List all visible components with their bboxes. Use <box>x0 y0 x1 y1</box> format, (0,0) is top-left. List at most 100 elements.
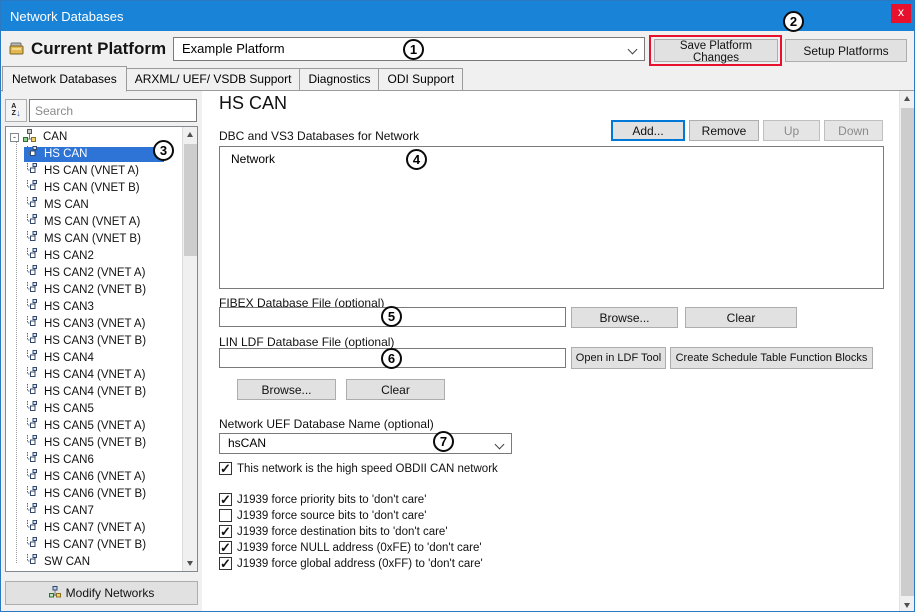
tree-item[interactable]: MS CAN (VNET A) <box>6 214 182 231</box>
uef-database-label: Network UEF Database Name (optional) <box>219 417 434 431</box>
down-button[interactable]: Down <box>824 120 883 141</box>
search-input[interactable] <box>29 99 197 122</box>
tree-scrollbar-thumb[interactable] <box>184 144 197 256</box>
tree-item[interactable]: HS CAN4 (VNET B) <box>6 384 182 401</box>
tree-item[interactable]: HS CAN4 (VNET A) <box>6 367 182 384</box>
tree-item[interactable]: HS CAN2 <box>6 248 182 265</box>
scroll-down-icon[interactable] <box>183 555 198 571</box>
tab-bar: Network Databases ARXML/ UEF/ VSDB Suppo… <box>2 67 462 91</box>
tree-item-label: HS CAN6 <box>41 452 97 469</box>
tree-item[interactable]: HS CAN5 <box>6 401 182 418</box>
scroll-up-icon[interactable] <box>900 91 915 107</box>
tree-item-label: HS CAN5 <box>41 401 97 418</box>
j1939-checkbox-row[interactable]: J1939 force destination bits to 'don't c… <box>219 525 483 538</box>
j1939-checkbox-label: J1939 force NULL address (0xFE) to 'don'… <box>237 542 482 554</box>
lin-ldf-file-input[interactable] <box>219 348 566 368</box>
checkbox-icon <box>219 541 232 554</box>
j1939-checkbox-row[interactable]: J1939 force priority bits to 'don't care… <box>219 493 483 506</box>
tree-item[interactable]: HS CAN7 (VNET B) <box>6 537 182 554</box>
create-schedule-table-button[interactable]: Create Schedule Table Function Blocks <box>670 347 873 369</box>
close-button[interactable]: x <box>891 4 911 23</box>
lin-clear-button[interactable]: Clear <box>346 379 445 400</box>
tree-item[interactable]: HS CAN6 <box>6 452 182 469</box>
tree-item[interactable]: HS CAN5 (VNET A) <box>6 418 182 435</box>
tree-content: - CAN HS CAN <box>6 127 182 571</box>
setup-platforms-button[interactable]: Setup Platforms <box>785 39 907 62</box>
main-scrollbar-thumb[interactable] <box>901 108 914 596</box>
save-platform-changes-button[interactable]: Save Platform Changes <box>654 39 778 62</box>
platform-select[interactable]: Example Platform <box>173 37 645 61</box>
tree-item[interactable]: HS CAN3 (VNET B) <box>6 333 182 350</box>
sort-az-button[interactable]: AZ↓ <box>5 99 27 122</box>
tab[interactable]: Network Databases <box>2 66 127 92</box>
tree-item-label: HS CAN4 (VNET A) <box>41 367 148 384</box>
title-bar: Network Databases x <box>1 1 914 31</box>
tree-item[interactable]: HS CAN4 <box>6 350 182 367</box>
uef-database-select[interactable]: hsCAN <box>219 433 512 454</box>
tree-root-can[interactable]: - CAN <box>6 129 182 146</box>
tree-item-label: SW CAN <box>41 554 93 571</box>
network-channel-icon <box>26 554 38 571</box>
network-databases-window: Network Databases x Current Platform Exa… <box>0 0 915 612</box>
j1939-checkbox-row[interactable]: J1939 force global address (0xFF) to 'do… <box>219 557 483 570</box>
j1939-checkbox-row[interactable]: J1939 force NULL address (0xFE) to 'don'… <box>219 541 483 554</box>
tab[interactable]: ARXML/ UEF/ VSDB Support <box>126 68 301 91</box>
tree-item[interactable]: HS CAN7 (VNET A) <box>6 520 182 537</box>
network-channel-icon <box>26 401 38 418</box>
tree-item[interactable]: HS CAN2 (VNET A) <box>6 265 182 282</box>
fibex-browse-button[interactable]: Browse... <box>571 307 678 328</box>
tree-root-label: CAN <box>40 129 70 146</box>
scroll-down-icon[interactable] <box>900 597 915 612</box>
tree-item[interactable]: MS CAN (VNET B) <box>6 231 182 248</box>
collapse-icon[interactable]: - <box>10 133 19 142</box>
network-channel-icon <box>26 282 38 299</box>
tree-item[interactable]: HS CAN3 (VNET A) <box>6 316 182 333</box>
tab[interactable]: ODI Support <box>378 68 463 91</box>
database-list[interactable]: Network <box>219 146 884 289</box>
tab-label: Diagnostics <box>308 72 370 86</box>
tab[interactable]: Diagnostics <box>299 68 379 91</box>
j1939-checkbox-label: J1939 force destination bits to 'don't c… <box>237 526 448 538</box>
tree-item-label: HS CAN (VNET B) <box>41 180 143 197</box>
tree-item[interactable]: HS CAN7 <box>6 503 182 520</box>
uef-database-value: hsCAN <box>220 434 511 450</box>
network-channel-icon <box>26 435 38 452</box>
tree-item[interactable]: HS CAN6 (VNET B) <box>6 486 182 503</box>
main-scrollbar[interactable] <box>899 91 914 612</box>
tree-item-label: MS CAN (VNET B) <box>41 231 144 248</box>
tree-item[interactable]: HS CAN5 (VNET B) <box>6 435 182 452</box>
fibex-clear-button[interactable]: Clear <box>685 307 797 328</box>
checkbox-icon <box>219 525 232 538</box>
checkbox-icon <box>219 493 232 506</box>
tree-scrollbar[interactable] <box>182 127 197 571</box>
add-button[interactable]: Add... <box>611 120 685 141</box>
tree-item[interactable]: HS CAN2 (VNET B) <box>6 282 182 299</box>
tree-item-label: MS CAN <box>41 197 92 214</box>
up-button[interactable]: Up <box>763 120 820 141</box>
network-channel-icon <box>26 367 38 384</box>
tree-item[interactable]: MS CAN <box>6 197 182 214</box>
network-group-icon <box>23 129 36 147</box>
scroll-up-icon[interactable] <box>183 127 198 143</box>
modify-networks-label: Modify Networks <box>66 586 155 600</box>
platform-select-value: Example Platform <box>174 38 644 56</box>
tree-item[interactable]: SW CAN <box>6 554 182 571</box>
tree-item-label: HS CAN3 <box>41 299 97 316</box>
tree-item-label: HS CAN2 <box>41 248 97 265</box>
tree-item-label: HS CAN2 (VNET A) <box>41 265 148 282</box>
obdii-checkbox-row[interactable]: This network is the high speed OBDII CAN… <box>219 462 498 475</box>
tree-item[interactable]: HS CAN (VNET A) <box>6 163 182 180</box>
j1939-checkbox-row[interactable]: J1939 force source bits to 'don't care' <box>219 509 483 522</box>
tree-item[interactable]: HS CAN <box>6 146 182 163</box>
tree-item[interactable]: HS CAN6 (VNET A) <box>6 469 182 486</box>
modify-networks-button[interactable]: Modify Networks <box>5 581 198 605</box>
fibex-file-input[interactable] <box>219 307 566 327</box>
network-channel-icon <box>26 299 38 316</box>
tree-item[interactable]: HS CAN3 <box>6 299 182 316</box>
open-ldf-tool-button[interactable]: Open in LDF Tool <box>571 347 666 369</box>
tree-item[interactable]: HS CAN (VNET B) <box>6 180 182 197</box>
tree-item-label: HS CAN6 (VNET A) <box>41 469 148 486</box>
lin-browse-button[interactable]: Browse... <box>237 379 336 400</box>
remove-button[interactable]: Remove <box>689 120 759 141</box>
tab-label: Network Databases <box>12 72 117 86</box>
